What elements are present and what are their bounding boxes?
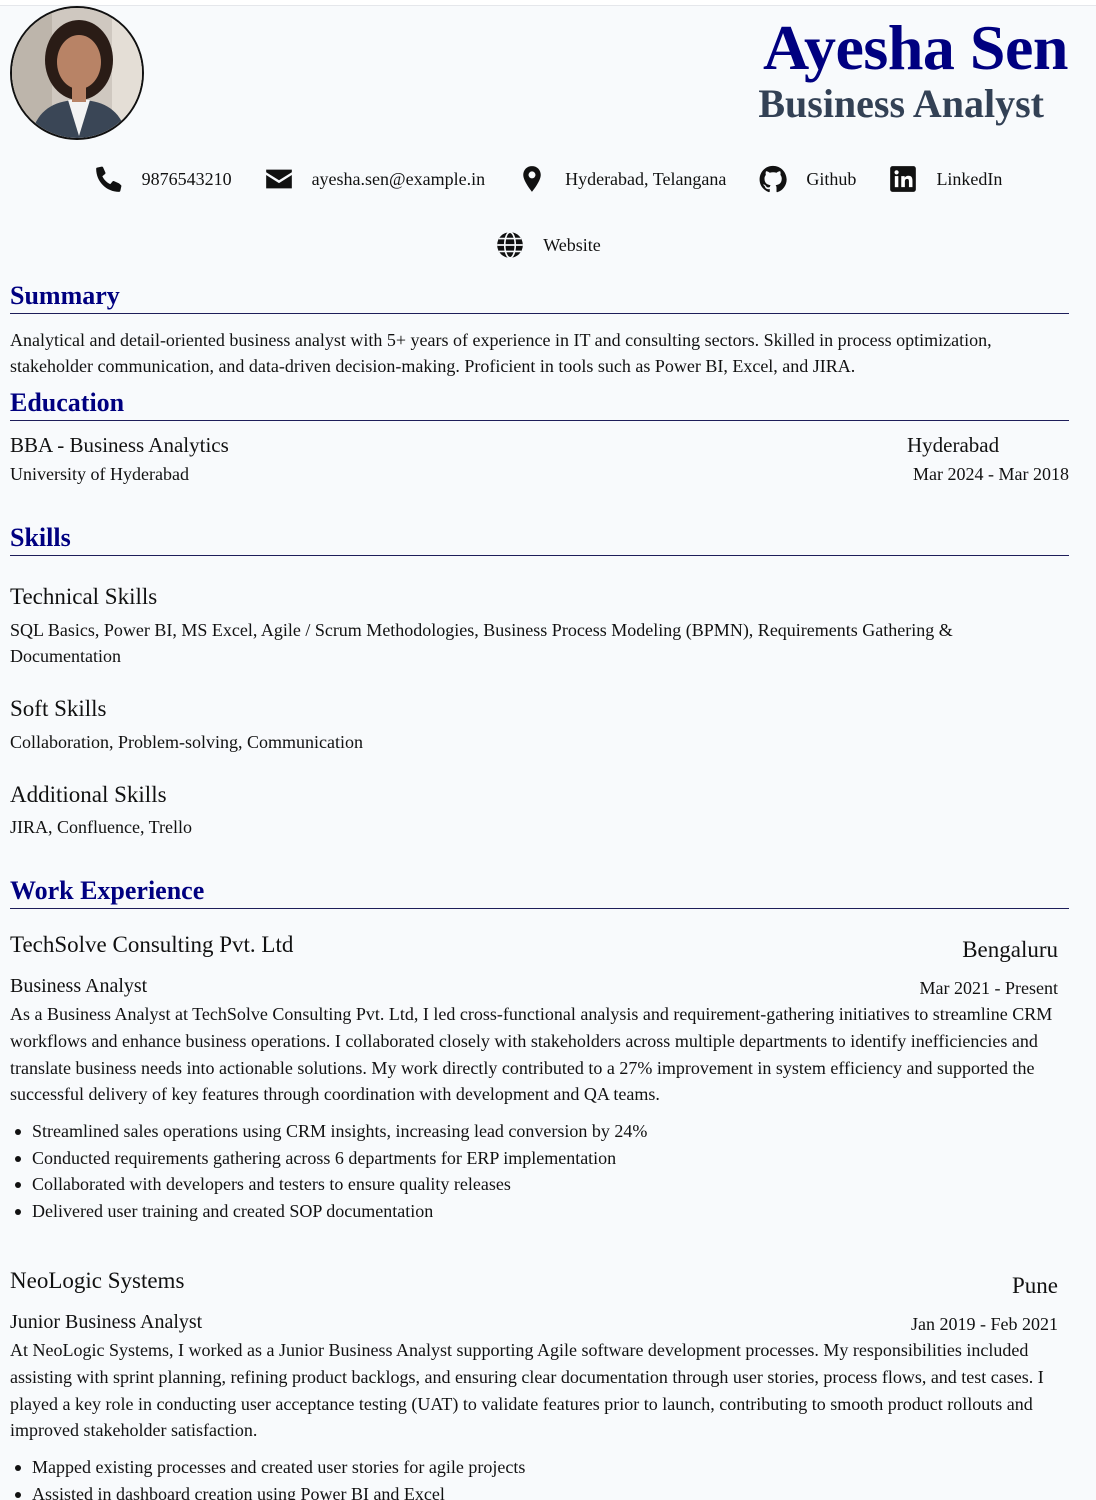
job-company: NeoLogic Systems bbox=[10, 1268, 185, 1293]
job-location: Pune bbox=[1012, 1273, 1058, 1298]
soft-skills-title: Soft Skills bbox=[10, 696, 107, 721]
website-text: Website bbox=[543, 234, 601, 255]
job-description: As a Business Analyst at TechSolve Consu… bbox=[10, 1004, 1053, 1105]
list-item: Assisted in dashboard creation using Pow… bbox=[10, 1481, 1070, 1500]
education-degree: BBA - Business Analytics bbox=[10, 433, 229, 457]
top-border bbox=[0, 0, 1096, 6]
contact-linkedin[interactable]: LinkedIn bbox=[888, 164, 1002, 194]
contact-phone[interactable]: 9876543210 bbox=[94, 164, 232, 194]
contact-website[interactable]: Website bbox=[495, 230, 601, 260]
globe-icon bbox=[495, 230, 525, 260]
contact-email[interactable]: ayesha.sen@example.in bbox=[264, 164, 486, 194]
job-role: Junior Business Analyst bbox=[10, 1311, 203, 1333]
additional-skills-title: Additional Skills bbox=[10, 782, 167, 807]
experience-heading: Work Experience bbox=[10, 876, 1069, 909]
candidate-name: Ayesha Sen bbox=[763, 12, 1068, 83]
email-text: ayesha.sen@example.in bbox=[311, 168, 486, 189]
education-heading: Education bbox=[10, 388, 1069, 421]
summary-heading: Summary bbox=[10, 281, 1069, 314]
location-text: Hyderabad, Telangana bbox=[565, 168, 727, 189]
technical-skills-title: Technical Skills bbox=[10, 584, 158, 609]
linkedin-icon bbox=[888, 164, 918, 194]
email-icon bbox=[264, 164, 294, 194]
job-dates: Mar 2021 - Present bbox=[919, 978, 1058, 998]
additional-skills-text: JIRA, Confluence, Trello bbox=[10, 817, 192, 837]
job-dates: Jan 2019 - Feb 2021 bbox=[911, 1314, 1058, 1334]
phone-icon bbox=[94, 164, 124, 194]
contact-list: 9876543210 ayesha.sen@example.in Hyderab… bbox=[0, 164, 1096, 260]
job-achievements: Streamlined sales operations using CRM i… bbox=[10, 1118, 1070, 1224]
technical-skills-text: SQL Basics, Power BI, MS Excel, Agile / … bbox=[10, 620, 953, 666]
education-location: Hyderabad bbox=[907, 433, 1000, 457]
github-icon bbox=[758, 164, 788, 194]
soft-skills-text: Collaboration, Problem-solving, Communic… bbox=[10, 732, 363, 752]
list-item: Conducted requirements gathering across … bbox=[10, 1145, 1070, 1172]
summary-text: Analytical and detail-oriented business … bbox=[10, 330, 992, 376]
resume-page: Ayesha Sen Business Analyst 9876543210 a… bbox=[0, 0, 1096, 1500]
profile-photo bbox=[10, 6, 144, 140]
job-company: TechSolve Consulting Pvt. Ltd bbox=[10, 932, 294, 957]
job-role: Business Analyst bbox=[10, 975, 148, 997]
linkedin-text: LinkedIn bbox=[936, 168, 1003, 189]
phone-text: 9876543210 bbox=[141, 168, 232, 189]
list-item: Mapped existing processes and created us… bbox=[10, 1454, 1070, 1481]
github-text: Github bbox=[806, 168, 857, 189]
job-location: Bengaluru bbox=[962, 937, 1058, 962]
location-icon bbox=[517, 164, 547, 194]
contact-github[interactable]: Github bbox=[758, 164, 856, 194]
list-item: Delivered user training and created SOP … bbox=[10, 1198, 1070, 1225]
list-item: Streamlined sales operations using CRM i… bbox=[10, 1118, 1070, 1145]
job-achievements: Mapped existing processes and created us… bbox=[10, 1454, 1070, 1500]
job-description: At NeoLogic Systems, I worked as a Junio… bbox=[10, 1340, 1044, 1441]
education-school: University of Hyderabad bbox=[10, 464, 189, 484]
profile-photo-illustration bbox=[12, 8, 142, 138]
list-item: Collaborated with developers and testers… bbox=[10, 1171, 1070, 1198]
education-dates: Mar 2024 - Mar 2018 bbox=[913, 464, 1069, 484]
candidate-title: Business Analyst bbox=[758, 81, 1044, 126]
skills-heading: Skills bbox=[10, 523, 1069, 556]
contact-location: Hyderabad, Telangana bbox=[517, 164, 726, 194]
